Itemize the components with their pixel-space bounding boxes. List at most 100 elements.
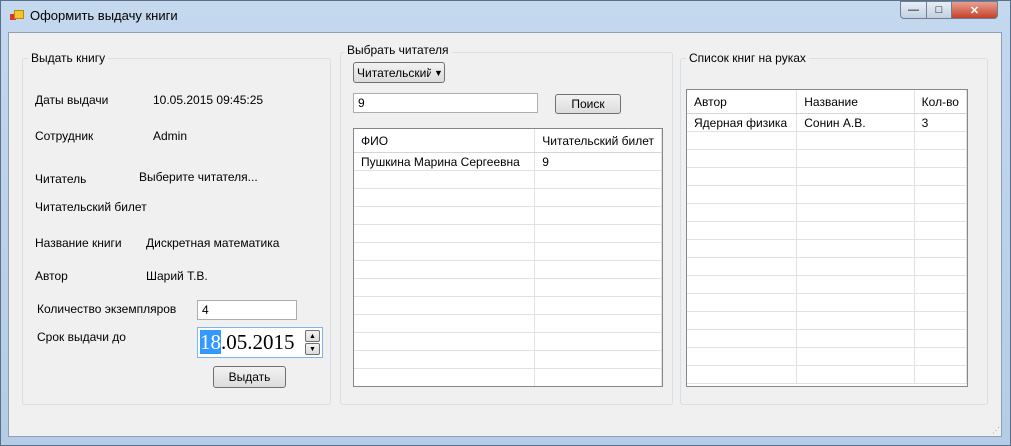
- books-grid[interactable]: Автор Название Кол-во Ядерная физика Сонин …: [686, 89, 968, 387]
- empty-row: [354, 242, 662, 261]
- minimize-button[interactable]: —: [900, 1, 927, 19]
- due-rest: .05.2015: [221, 330, 295, 354]
- book-label: Название книги: [35, 236, 122, 250]
- window-title: Оформить выдачу книги: [30, 8, 178, 23]
- reader-group-label: Выбрать читателя: [344, 43, 452, 57]
- column-header-author[interactable]: Автор: [687, 90, 798, 114]
- empty-cell: [354, 224, 536, 243]
- due-label: Срок выдачи до: [37, 330, 126, 344]
- issue-button[interactable]: Выдать: [213, 366, 286, 388]
- chevron-up-icon: ▲: [309, 332, 316, 340]
- empty-cell: [354, 332, 536, 351]
- empty-cell: [914, 221, 967, 240]
- empty-row: [354, 314, 662, 333]
- empty-cell: [354, 350, 536, 369]
- empty-cell: [354, 170, 536, 189]
- empty-row: [354, 278, 662, 297]
- spin-down-button[interactable]: ▼: [305, 343, 320, 355]
- empty-row: [687, 239, 967, 258]
- resize-grip-icon[interactable]: ⋰: [992, 426, 1000, 435]
- readers-grid[interactable]: ФИО Читательский билет Пушкина Марина Сер…: [353, 128, 663, 387]
- empty-row: [687, 149, 967, 168]
- empty-cell: [354, 278, 536, 297]
- empty-cell: [914, 131, 967, 150]
- empty-cell: [687, 257, 798, 276]
- empty-cell: [687, 365, 798, 384]
- empty-cell: [914, 185, 967, 204]
- empty-cell: [354, 368, 536, 386]
- column-header-count[interactable]: Кол-во: [914, 90, 967, 114]
- empty-cell: [534, 242, 662, 261]
- empty-cell: [354, 314, 536, 333]
- filter-select[interactable]: Читательский ▼: [353, 62, 445, 83]
- empty-cell: [796, 365, 915, 384]
- empty-cell: [914, 203, 967, 222]
- empty-cell: [354, 260, 536, 279]
- empty-cell: [914, 311, 967, 330]
- empty-row: [687, 311, 967, 330]
- empty-cell: [796, 257, 915, 276]
- empty-cell: [534, 170, 662, 189]
- date-label: Даты выдачи: [35, 93, 109, 107]
- empty-row: [354, 332, 662, 351]
- close-button[interactable]: ✕: [951, 1, 998, 19]
- empty-row: [354, 368, 662, 386]
- empty-cell: [914, 347, 967, 366]
- empty-cell: [354, 296, 536, 315]
- author-value: Шарий Т.В.: [146, 269, 208, 283]
- empty-row: [687, 329, 967, 348]
- empty-cell: [687, 221, 798, 240]
- empty-cell: [534, 278, 662, 297]
- column-header-title[interactable]: Название: [796, 90, 915, 114]
- empty-cell: [687, 239, 798, 258]
- empty-row: [354, 206, 662, 225]
- empty-cell: [687, 203, 798, 222]
- cell-card: 9: [534, 152, 662, 171]
- chevron-down-icon: ▼: [434, 67, 443, 78]
- empty-cell: [796, 311, 915, 330]
- cell-title: Сонин А.В.: [796, 113, 915, 132]
- cell-count: 3: [914, 113, 967, 132]
- empty-cell: [796, 221, 915, 240]
- empty-row: [687, 203, 967, 222]
- books-group-label: Список книг на руках: [686, 51, 809, 65]
- empty-row: [687, 347, 967, 366]
- column-header-fio[interactable]: ФИО: [354, 129, 536, 153]
- cell-author: Ядерная физика: [687, 113, 798, 132]
- spin-up-button[interactable]: ▲: [305, 330, 320, 342]
- empty-cell: [796, 347, 915, 366]
- table-row[interactable]: Ядерная физика Сонин А.В. 3: [687, 113, 967, 132]
- empty-cell: [687, 293, 798, 312]
- date-value: 10.05.2015 09:45:25: [153, 93, 264, 107]
- empty-row: [354, 188, 662, 207]
- empty-cell: [914, 167, 967, 186]
- empty-cell: [534, 224, 662, 243]
- empty-cell: [354, 242, 536, 261]
- card-label: Читательский билет: [35, 200, 147, 214]
- empty-cell: [796, 167, 915, 186]
- book-value: Дискретная математика: [146, 236, 280, 250]
- due-day: 18: [200, 330, 221, 354]
- filter-value: Читательский: [357, 65, 431, 80]
- empty-cell: [914, 365, 967, 384]
- empty-row: [687, 275, 967, 294]
- empty-row: [687, 365, 967, 384]
- count-label: Количество экземпляров: [37, 302, 177, 316]
- empty-cell: [687, 131, 798, 150]
- empty-cell: [687, 185, 798, 204]
- count-input[interactable]: 4: [197, 300, 297, 320]
- close-icon: ✕: [969, 4, 980, 17]
- table-row[interactable]: Пушкина Марина Сергеевна 9: [354, 152, 662, 171]
- cell-fio: Пушкина Марина Сергеевна: [354, 152, 536, 171]
- empty-row: [687, 167, 967, 186]
- reader-value: Выберите читателя...: [139, 170, 258, 184]
- column-header-card[interactable]: Читательский билет: [534, 129, 662, 153]
- empty-row: [687, 293, 967, 312]
- search-button[interactable]: Поиск: [555, 94, 621, 114]
- empty-cell: [687, 311, 798, 330]
- empty-cell: [796, 203, 915, 222]
- empty-cell: [534, 296, 662, 315]
- maximize-button[interactable]: □: [926, 1, 952, 19]
- empty-cell: [354, 206, 536, 225]
- search-input[interactable]: 9: [353, 93, 538, 113]
